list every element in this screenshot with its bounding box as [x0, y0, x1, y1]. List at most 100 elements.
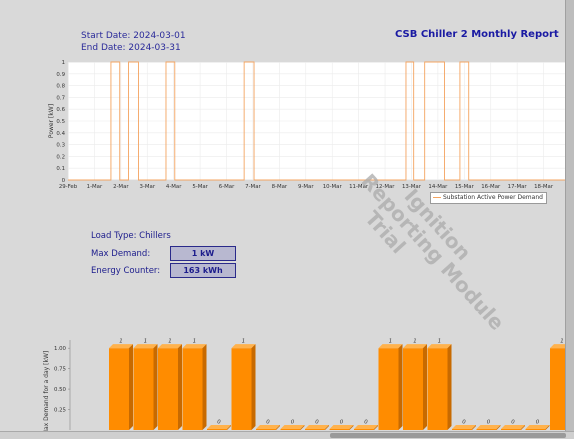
y-tick-label: 1 [62, 60, 65, 66]
y-tick-label: 0.4 [56, 131, 65, 137]
y-tick-label: 0.1 [56, 166, 65, 172]
bar-data-label: 1 [560, 339, 563, 345]
bar-side [423, 344, 427, 430]
bar-data-label: 1 [389, 339, 392, 345]
x-tick-label: 17-Mar [508, 184, 528, 190]
bar-data-label: 0 [315, 420, 319, 426]
bar-side [447, 344, 452, 430]
bar-data-label: 1 [242, 339, 245, 345]
x-tick-label: 8-Mar [272, 184, 288, 190]
bar-data-label: 0 [487, 420, 491, 426]
start-date-row: Start Date: 2024-03-01 [81, 31, 186, 41]
bar-top [256, 425, 280, 429]
bar-data-label: 1 [413, 339, 416, 345]
x-tick-label: 10-Mar [323, 184, 343, 190]
bar-data-label: 0 [462, 420, 466, 426]
max-demand-value: 1 kW [170, 246, 236, 261]
horizontal-scrollbar[interactable] [0, 431, 574, 439]
bar-data-label: 0 [291, 420, 295, 426]
bar-side [129, 344, 133, 430]
bar-side [251, 344, 256, 430]
x-tick-label: 14-Mar [428, 184, 448, 190]
bar [133, 348, 154, 430]
bar-data-label: 0 [217, 420, 221, 426]
bar-data-label: 1 [168, 339, 171, 345]
bar [207, 429, 227, 430]
y-tick-label: 0.8 [56, 84, 65, 90]
y-tick-label: 0.6 [56, 107, 65, 113]
bar-top [182, 344, 207, 349]
bar-top [550, 344, 566, 349]
bar-top [280, 425, 305, 429]
x-tick-label: 6-Mar [219, 184, 235, 190]
bar-data-label: 1 [119, 339, 122, 345]
bar-data-label: 0 [340, 420, 344, 426]
max-demand-label: Max Demand: [91, 249, 151, 259]
energy-counter-label: Energy Counter: [91, 266, 161, 276]
bar-top [403, 344, 427, 349]
y-tick-label: 0.50 [54, 387, 67, 393]
bar-side [153, 344, 158, 430]
end-date-row: End Date: 2024-03-31 [81, 43, 181, 53]
bar [501, 429, 521, 430]
bar-top [158, 344, 182, 349]
bar-data-label: 1 [144, 339, 147, 345]
bar-data-label: 0 [364, 420, 368, 426]
bar [354, 429, 374, 430]
bar-side [202, 344, 207, 430]
chart-legend: Substation Active Power Demand [430, 192, 547, 204]
x-tick-label: 2-Mar [113, 184, 129, 190]
y-tick-label: 0.5 [56, 119, 65, 125]
x-tick-label: 5-Mar [192, 184, 208, 190]
bar-top [525, 425, 550, 429]
y-axis-label: Power [kW] [48, 104, 55, 138]
bar [452, 429, 472, 430]
bar-top [427, 344, 452, 349]
bar-top [133, 344, 158, 349]
bar [427, 348, 448, 430]
bar [403, 348, 423, 430]
bar [231, 348, 252, 430]
report-viewer: Start Date: 2024-03-01 End Date: 2024-03… [0, 0, 566, 432]
bar-top [354, 425, 378, 429]
bar-side [178, 344, 182, 430]
x-tick-label: 7-Mar [245, 184, 261, 190]
bar [476, 429, 497, 430]
bar-top [329, 425, 354, 429]
x-tick-label: 3-Mar [139, 184, 155, 190]
bar [109, 348, 129, 430]
x-tick-label: 15-Mar [455, 184, 475, 190]
bar-data-label: 0 [266, 420, 270, 426]
x-tick-label: 29-Feb [59, 184, 78, 190]
y-axis-label: Max Demand for a day [kW] [43, 351, 50, 432]
vertical-scrollbar[interactable] [565, 0, 574, 432]
load-type: Load Type: Chillers [91, 231, 171, 241]
x-tick-label: 11-Mar [349, 184, 369, 190]
bar-top [452, 425, 476, 429]
y-tick-label: 1.00 [54, 346, 67, 352]
start-date-value: 2024-03-01 [133, 31, 186, 41]
bar-top [207, 425, 231, 429]
horizontal-scrollbar-thumb[interactable] [330, 433, 566, 438]
legend-label: Substation Active Power Demand [443, 194, 543, 201]
bar [378, 348, 399, 430]
daily-max-demand-chart: 0.25 0.50 0.75 1.00 Max Demand for a day [kW… [43, 339, 566, 432]
x-tick-label: 16-Mar [481, 184, 501, 190]
bar [305, 429, 325, 430]
bar-data-label: 1 [193, 339, 196, 345]
bar-top [305, 425, 329, 429]
bar [329, 429, 350, 430]
y-tick-label: 0.3 [56, 143, 65, 149]
watermark-line3: Trial [360, 206, 411, 259]
x-tick-label: 12-Mar [376, 184, 396, 190]
bar [280, 429, 301, 430]
x-tick-label: 4-Mar [166, 184, 182, 190]
bar-top [476, 425, 501, 429]
end-date-value: 2024-03-31 [128, 43, 181, 53]
bar-data-label: 1 [438, 339, 441, 345]
bar-top [109, 344, 133, 349]
y-tick-label: 0.2 [56, 154, 65, 160]
bar [525, 429, 546, 430]
y-tick-label: 0.7 [56, 95, 65, 101]
bar-side [398, 344, 403, 430]
